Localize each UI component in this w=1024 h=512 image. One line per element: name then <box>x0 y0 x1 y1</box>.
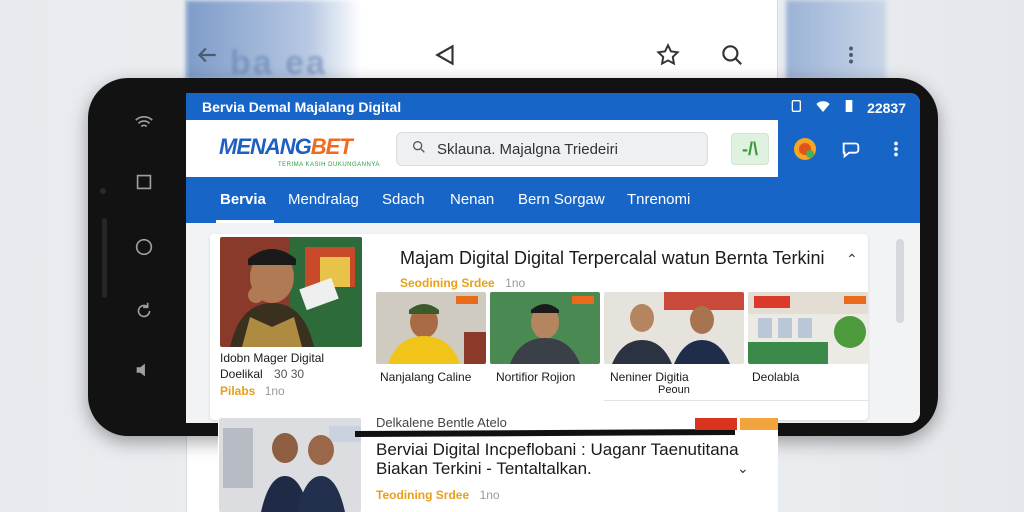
featured-caption-grey: 30 30 <box>274 367 305 381</box>
logo-part2: BET <box>310 134 353 159</box>
second-meta-orange: Teodining Srdee <box>376 488 470 502</box>
sub-caption-3: Neniner Digitia <box>610 370 689 384</box>
featured-card[interactable]: Idobn Mager Digital Doelikal 30 30 Pilab… <box>210 234 868 420</box>
status-bar: Bervia Demal Majalang Digital 22837 <box>186 93 920 120</box>
featured-caption-line2-wrap: Doelikal 30 30 <box>220 367 304 381</box>
featured-meta: Pilabs 1no <box>220 384 285 398</box>
scrollbar[interactable] <box>896 239 904 323</box>
search-placeholder: Sklauna. Majalgna Triedeiri <box>437 140 618 158</box>
status-title: Bervia Demal Majalang Digital <box>202 98 402 115</box>
search-input[interactable]: Sklauna. Majalgna Triedeiri <box>396 132 708 166</box>
red-badge <box>695 418 737 430</box>
search-icon[interactable] <box>719 42 745 68</box>
translate-button[interactable]: -/\ <box>731 133 769 165</box>
featured-title-meta: Seodining Srdee 1no <box>400 274 525 292</box>
logo-part1: MENANG <box>219 134 312 159</box>
chevron-up-icon[interactable]: ⌃ <box>846 251 858 268</box>
logo-tagline: TERIMA KASIH DUKUNGANNYA <box>278 162 380 168</box>
chevron-down-icon[interactable]: ⌄ <box>737 460 749 477</box>
camera-dot <box>100 188 106 194</box>
battery-icon <box>841 98 857 117</box>
chat-icon[interactable] <box>838 136 864 162</box>
featured-title[interactable]: Majam Digital Digital Terpercalal watun … <box>400 248 825 269</box>
sub-thumbnail-3[interactable] <box>604 292 744 364</box>
featured-caption-line2: Doelikal <box>220 367 263 381</box>
category-nav: Bervia Mendralag Sdach Nenan Bern Sorgaw… <box>186 177 920 223</box>
volume-icon[interactable] <box>133 359 155 386</box>
header-white-area: MENANGBET TERIMA KASIH DUKUNGANNYA Sklau… <box>186 120 778 177</box>
second-title-line2[interactable]: Biakan Terkini - Tentaltalkan. <box>376 459 592 479</box>
second-meta-grey: 1no <box>479 488 500 502</box>
site-logo[interactable]: MENANGBET <box>219 134 353 160</box>
sub-caption-1: Nanjalang Caline <box>380 370 472 384</box>
tab-bern-sorgaw[interactable]: Bern Sorgaw <box>518 191 605 208</box>
featured-meta-orange: Pilabs <box>220 384 256 398</box>
side-slot <box>102 218 107 298</box>
sub-thumbnail-4[interactable] <box>748 292 868 364</box>
share-icon[interactable] <box>433 42 459 68</box>
second-meta: Teodining Srdee 1no <box>376 486 500 504</box>
second-overline: Delkalene Bentle Atelo <box>376 415 507 430</box>
app-header: MENANGBET TERIMA KASIH DUKUNGANNYA Sklau… <box>186 120 920 177</box>
content-area: Idobn Mager Digital Doelikal 30 30 Pilab… <box>186 223 920 423</box>
tab-tnrenomi[interactable]: Tnrenomi <box>627 191 690 208</box>
refresh-icon[interactable] <box>133 300 155 327</box>
featured-title-meta-grey: 1no <box>505 276 526 290</box>
orange-badge <box>740 418 778 430</box>
tab-mendralag[interactable]: Mendralag <box>288 191 359 208</box>
more-vert-icon[interactable] <box>883 136 909 162</box>
second-thumbnail[interactable] <box>219 418 361 512</box>
tab-bervia[interactable]: Bervia <box>220 191 266 208</box>
nfc-icon <box>789 98 805 117</box>
sub-thumbnail-1[interactable] <box>376 292 486 364</box>
sub-thumbnail-2[interactable] <box>490 292 600 364</box>
featured-caption-line1: Idobn Mager Digital <box>220 351 325 365</box>
background-blur-right <box>786 0 886 80</box>
back-arrow-icon[interactable] <box>194 42 220 68</box>
more-vert-icon[interactable] <box>838 42 864 68</box>
featured-thumbnail[interactable] <box>220 237 362 347</box>
featured-title-meta-orange: Seodining Srdee <box>400 276 495 290</box>
second-title-line1[interactable]: Berviai Digital Incpeflobani : Uaganr Ta… <box>376 440 739 460</box>
star-icon[interactable] <box>655 42 681 68</box>
search-icon <box>411 139 427 160</box>
square-icon[interactable] <box>133 171 155 198</box>
card-divider <box>604 400 868 401</box>
avatar-icon[interactable] <box>792 136 818 162</box>
tab-sdach[interactable]: Sdach <box>382 191 425 208</box>
sub-caption-2: Nortifior Rojion <box>496 370 576 384</box>
wifi-status-icon <box>815 98 831 117</box>
featured-meta-grey: 1no <box>264 384 285 398</box>
sub-caption-4: Deolabla <box>752 370 800 384</box>
tab-nenan[interactable]: Nenan <box>450 191 494 208</box>
circle-icon[interactable] <box>133 236 155 263</box>
sub-caption-3b: Peoun <box>658 384 690 396</box>
phone-screen: Bervia Demal Majalang Digital 22837 MENA… <box>186 93 920 423</box>
wifi-icon <box>133 111 155 138</box>
status-time: 22837 <box>867 99 906 116</box>
